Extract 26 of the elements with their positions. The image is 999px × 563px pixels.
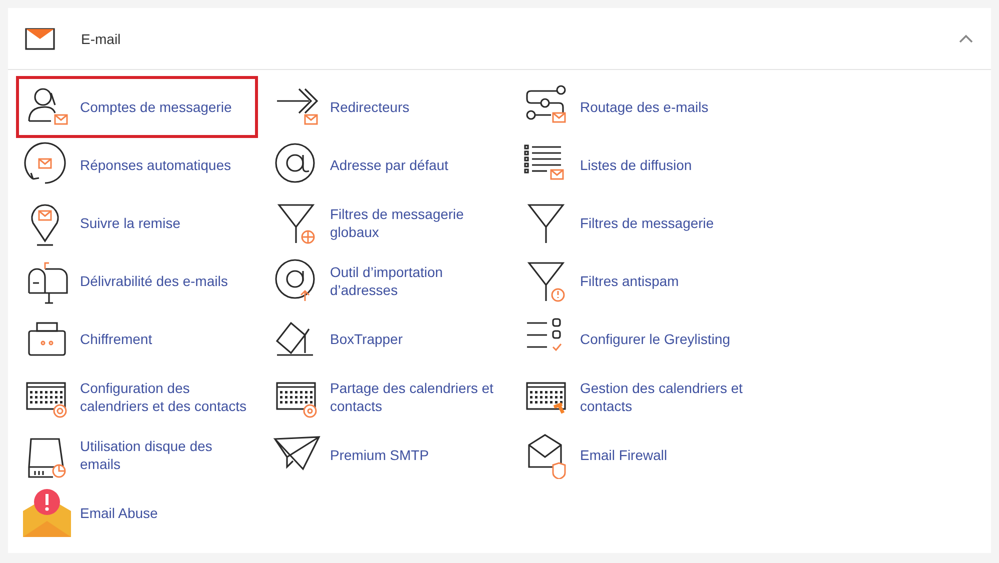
warning-envelope-icon <box>23 489 71 537</box>
menu-item[interactable]: Email Firewall <box>516 426 758 484</box>
menu-item[interactable]: Filtres antispam <box>516 252 758 310</box>
menu-item[interactable]: Filtres de messagerie <box>516 194 758 252</box>
menu-item[interactable]: Délivrabilité des e-mails <box>16 252 258 310</box>
menu-item[interactable]: Redirecteurs <box>266 78 508 136</box>
menu-item[interactable]: Partage des calendriers et contacts <box>266 368 508 426</box>
menu-item[interactable]: Routage des e-mails <box>516 78 758 136</box>
menu-item[interactable]: Utilisation disque des emails <box>16 426 258 484</box>
menu-item[interactable]: Gestion des calendriers et contacts <box>516 368 758 426</box>
menu-item[interactable]: Filtres de messagerie globaux <box>266 194 508 252</box>
menu-item[interactable]: Chiffrement <box>16 310 258 368</box>
section-title: E-mail <box>81 30 121 46</box>
menu-item[interactable]: Listes de diffusion <box>516 136 758 194</box>
menu-item[interactable]: Premium SMTP <box>266 426 508 484</box>
menu-item[interactable]: Comptes de messagerie <box>16 76 258 138</box>
menu-item[interactable]: Configuration des calendriers et des contacts <box>16 368 258 426</box>
menu-item[interactable]: Réponses automatiques <box>16 136 258 194</box>
menu-item[interactable]: Adresse par défaut <box>266 136 508 194</box>
menu-item[interactable]: BoxTrapper <box>266 310 508 368</box>
collapse-caret-icon[interactable] <box>959 34 973 43</box>
menu-item[interactable]: Suivre la remise <box>16 194 258 252</box>
envelope-icon <box>25 28 55 50</box>
menu-item[interactable]: Configurer le Greylisting <box>516 310 758 368</box>
menu-item[interactable]: Outil d’importation d’adresses <box>266 252 508 310</box>
menu-item[interactable]: Email Abuse <box>16 484 258 542</box>
